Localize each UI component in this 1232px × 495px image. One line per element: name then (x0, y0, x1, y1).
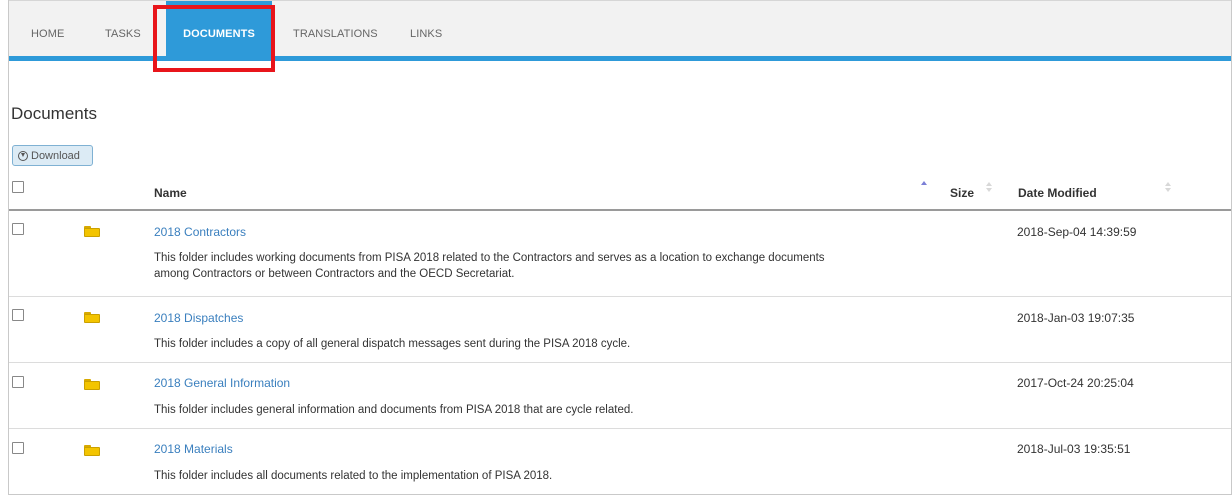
nav-documents[interactable]: DOCUMENTS (166, 1, 272, 57)
row-divider (9, 362, 1231, 363)
document-link[interactable]: 2018 Materials (154, 442, 233, 456)
row-divider (9, 296, 1231, 297)
app-frame: HOME TASKS DOCUMENTS TRANSLATIONS LINKS … (8, 0, 1232, 495)
row-divider (9, 428, 1231, 429)
date-modified: 2017-Oct-24 20:25:04 (1017, 376, 1134, 390)
download-label: Download (31, 149, 80, 162)
document-link[interactable]: 2018 General Information (154, 376, 290, 390)
document-description: This folder includes a copy of all gener… (154, 338, 631, 350)
select-all-checkbox[interactable] (12, 181, 24, 193)
row-checkbox[interactable] (12, 309, 24, 321)
document-description: This folder includes working documents f… (154, 252, 825, 280)
table-header-divider (9, 209, 1231, 211)
date-modified: 2018-Jan-03 19:07:35 (1017, 311, 1135, 325)
download-button[interactable]: Download (12, 145, 93, 166)
nav-tasks[interactable]: TASKS (105, 1, 141, 57)
document-link[interactable]: 2018 Contractors (154, 225, 246, 239)
row-checkbox[interactable] (12, 442, 24, 454)
column-header-name[interactable]: Name (154, 186, 187, 200)
nav-home[interactable]: HOME (31, 1, 64, 57)
top-navbar: HOME TASKS DOCUMENTS TRANSLATIONS LINKS (9, 0, 1231, 58)
folder-icon (84, 312, 100, 323)
page-title: Documents (11, 104, 97, 123)
sort-asc-icon[interactable] (921, 181, 928, 192)
sort-icon[interactable] (1165, 182, 1172, 193)
document-description: This folder includes all documents relat… (154, 470, 553, 482)
column-header-date-modified[interactable]: Date Modified (1018, 186, 1097, 200)
row-checkbox[interactable] (12, 223, 24, 235)
nav-accent-bar (9, 56, 1231, 61)
date-modified: 2018-Jul-03 19:35:51 (1017, 442, 1131, 456)
document-description: This folder includes general information… (154, 404, 634, 416)
row-checkbox[interactable] (12, 376, 24, 388)
column-header-size[interactable]: Size (950, 186, 974, 200)
folder-icon (84, 379, 100, 390)
nav-links[interactable]: LINKS (410, 1, 442, 57)
folder-icon (84, 226, 100, 237)
nav-translations[interactable]: TRANSLATIONS (293, 1, 378, 57)
download-icon (18, 150, 28, 161)
date-modified: 2018-Sep-04 14:39:59 (1017, 225, 1137, 239)
folder-icon (84, 445, 100, 456)
sort-icon[interactable] (986, 182, 993, 193)
document-link[interactable]: 2018 Dispatches (154, 311, 243, 325)
